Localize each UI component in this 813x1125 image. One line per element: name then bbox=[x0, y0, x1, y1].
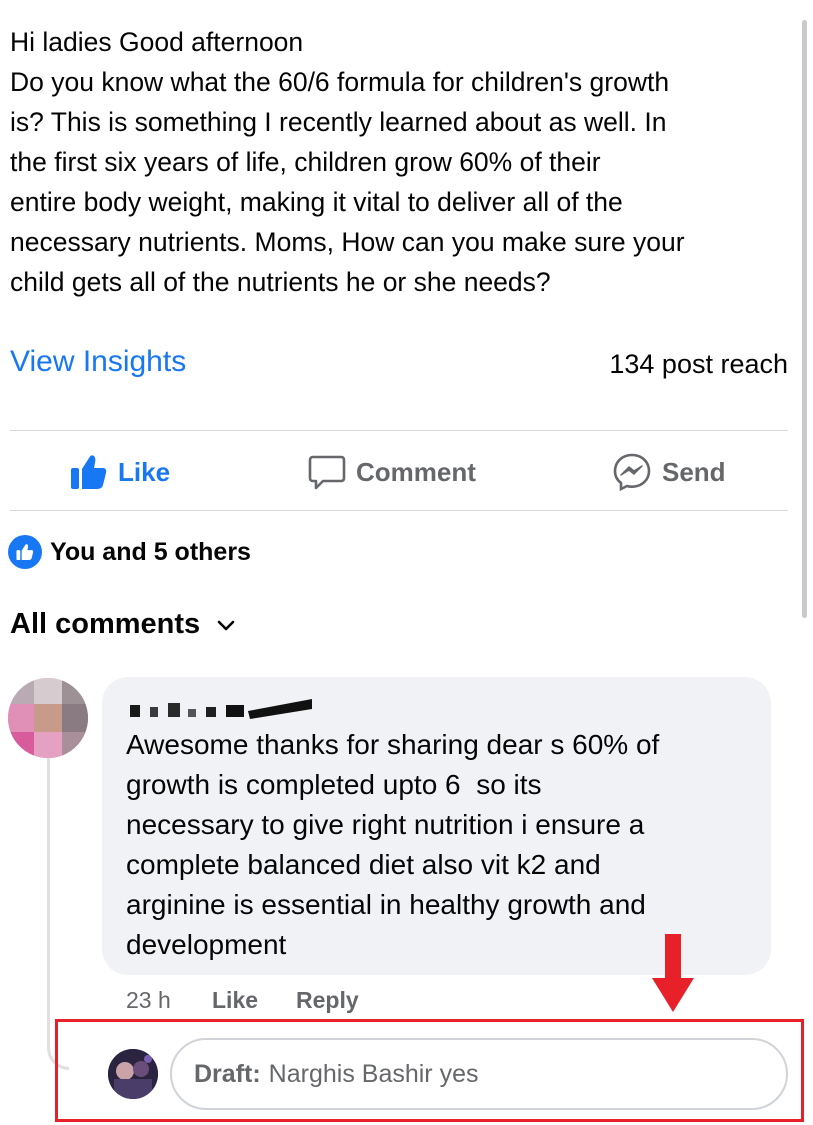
redacted-name bbox=[130, 699, 312, 719]
post-line: the first six years of life, children gr… bbox=[10, 147, 601, 177]
comment-text: Awesome thanks for sharing dear s 60% of… bbox=[126, 725, 766, 965]
like-label: Like bbox=[118, 456, 171, 487]
avatar[interactable] bbox=[108, 1049, 158, 1099]
post-line: Hi ladies Good afternoon bbox=[10, 27, 304, 57]
thumbs-up-icon bbox=[70, 454, 108, 490]
comment-line: complete balanced diet also vit k2 and bbox=[126, 849, 601, 880]
reaction-summary-text: You and 5 others bbox=[50, 537, 251, 566]
comment-input[interactable]: Draft: Narghis Bashir yes bbox=[170, 1038, 788, 1110]
comment-timestamp: 23 h bbox=[126, 987, 171, 1013]
comment-bubble-icon bbox=[308, 454, 346, 490]
comment-reply-button[interactable]: Reply bbox=[296, 987, 359, 1014]
post-text: Hi ladies Good afternoon Do you know wha… bbox=[10, 22, 800, 302]
post-reach: 134 post reach bbox=[609, 349, 788, 379]
send-button[interactable]: Send bbox=[612, 450, 726, 494]
messenger-icon bbox=[612, 452, 652, 492]
draft-label: Draft: bbox=[194, 1059, 261, 1088]
chevron-down-icon bbox=[200, 608, 236, 641]
comment-line: Awesome thanks for sharing dear s 60% of bbox=[126, 729, 660, 760]
avatar[interactable] bbox=[8, 678, 88, 758]
comment-bubble: Awesome thanks for sharing dear s 60% of… bbox=[102, 677, 771, 975]
post-line: necessary nutrients. Moms, How can you m… bbox=[10, 227, 685, 257]
comment-line: arginine is essential in healthy growth … bbox=[126, 889, 646, 920]
draft-text: Narghis Bashir yes bbox=[268, 1059, 479, 1088]
like-button[interactable]: Like bbox=[70, 450, 170, 494]
all-comments-dropdown[interactable]: All comments bbox=[10, 608, 236, 641]
comment-line: necessary to give right nutrition i ensu… bbox=[126, 809, 645, 840]
comment-like-button[interactable]: Like bbox=[212, 987, 258, 1014]
red-arrow-annotation bbox=[652, 934, 694, 1012]
comment-label: Comment bbox=[356, 456, 476, 487]
post-line: child gets all of the nutrients he or sh… bbox=[10, 267, 551, 297]
all-comments-label: All comments bbox=[10, 608, 201, 640]
view-insights-link[interactable]: View Insights bbox=[10, 345, 186, 379]
divider bbox=[10, 430, 788, 431]
reaction-summary[interactable]: You and 5 others bbox=[8, 535, 251, 569]
post-line: entire body weight, making it vital to d… bbox=[10, 187, 623, 217]
post-line: Do you know what the 60/6 formula for ch… bbox=[10, 67, 670, 97]
scrollbar[interactable] bbox=[802, 20, 807, 618]
thumbs-up-icon bbox=[8, 535, 42, 569]
divider bbox=[10, 510, 788, 511]
post-line: is? This is something I recently learned… bbox=[10, 107, 667, 137]
comment-line: growth is completed upto 6 so its bbox=[126, 769, 542, 800]
send-label: Send bbox=[662, 456, 726, 487]
comment-button[interactable]: Comment bbox=[308, 450, 476, 494]
